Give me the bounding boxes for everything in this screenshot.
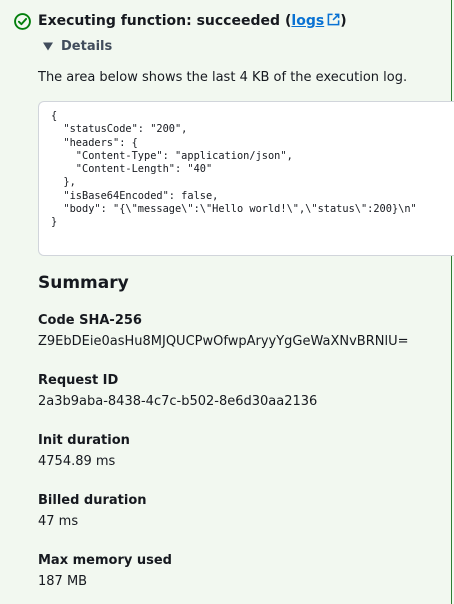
execution-log-box[interactable]: { "statusCode": "200", "headers": { "Con… bbox=[38, 101, 454, 256]
field-value: 2a3b9aba-8438-4c7c-b502-8e6d30aa2136 bbox=[38, 394, 318, 409]
execution-log-text: { "statusCode": "200", "headers": { "Con… bbox=[51, 110, 417, 229]
field-label: Billed duration bbox=[38, 493, 147, 508]
close-paren: ) bbox=[340, 13, 347, 29]
details-label[interactable]: Details bbox=[61, 39, 112, 54]
field-value: 47 ms bbox=[38, 514, 79, 529]
summary-field-request-id: Request ID 2a3b9aba-8438-4c7c-b502-8e6d3… bbox=[38, 373, 317, 409]
execution-result-panel: Executing function: succeeded ( logs ) D… bbox=[0, 0, 454, 604]
execution-status: Executing function: succeeded ( logs ) bbox=[14, 11, 347, 31]
field-label: Request ID bbox=[38, 373, 119, 388]
caret-down-icon[interactable] bbox=[43, 42, 53, 51]
summary-title: Summary bbox=[38, 273, 129, 293]
logs-link[interactable]: logs bbox=[291, 13, 340, 29]
summary-field-billed-duration: Billed duration 47 ms bbox=[38, 493, 147, 529]
summary-field-max-memory: Max memory used 187 MB bbox=[38, 553, 172, 589]
field-value: 4754.89 ms bbox=[38, 454, 116, 469]
check-circle-icon bbox=[14, 12, 31, 30]
field-label: Init duration bbox=[38, 433, 130, 448]
summary-field-code-sha: Code SHA-256 Z9EbDEie0asHu8MJQUCPwOfwpAr… bbox=[38, 313, 408, 349]
field-label: Max memory used bbox=[38, 553, 172, 568]
log-description: The area below shows the last 4 KB of th… bbox=[38, 70, 408, 85]
summary-field-init-duration: Init duration 4754.89 ms bbox=[38, 433, 130, 469]
external-link-icon[interactable] bbox=[327, 13, 340, 26]
details-toggle[interactable]: Details bbox=[43, 37, 112, 55]
field-value: 187 MB bbox=[38, 574, 88, 589]
field-label: Code SHA-256 bbox=[38, 313, 142, 328]
field-value: Z9EbDEie0asHu8MJQUCPwOfwpAryyYgGeWaXNvBR… bbox=[38, 334, 409, 349]
logs-link-label[interactable]: logs bbox=[291, 13, 324, 29]
status-text: Executing function: succeeded bbox=[38, 13, 281, 29]
